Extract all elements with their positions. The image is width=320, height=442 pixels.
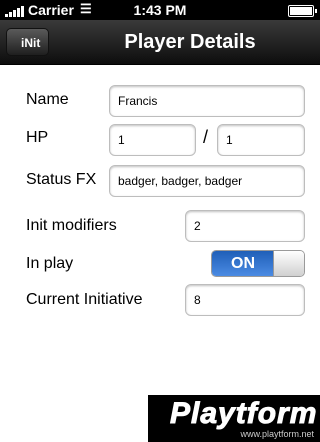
current-initiative-field[interactable]: 8 xyxy=(185,284,305,316)
name-field[interactable]: Francis xyxy=(109,85,305,117)
battery-icon xyxy=(288,5,317,17)
navigation-bar: iNit Player Details xyxy=(0,20,320,65)
hp-current-field[interactable]: 1 xyxy=(109,124,196,156)
hp-max-field[interactable]: 1 xyxy=(217,124,305,156)
in-play-label: In play xyxy=(26,255,74,272)
status-bar: Carrier ☰ 1:43 PM xyxy=(0,0,320,20)
current-initiative-label: Current Initiative xyxy=(26,291,143,308)
name-label: Name xyxy=(26,91,69,108)
hp-label: HP xyxy=(26,129,49,146)
toggle-on-label: ON xyxy=(212,251,274,276)
hp-separator: / xyxy=(203,127,209,147)
init-modifiers-field[interactable]: 2 xyxy=(185,210,305,242)
status-fx-label: Status FX xyxy=(26,171,97,188)
toggle-knob xyxy=(273,251,304,276)
back-button[interactable]: iNit xyxy=(6,28,50,56)
in-play-toggle[interactable]: ON xyxy=(211,250,305,277)
page-title: Player Details xyxy=(124,31,256,53)
back-button-label: iNit xyxy=(21,36,41,50)
init-modifiers-label: Init modifiers xyxy=(26,217,117,234)
clock: 1:43 PM xyxy=(133,2,187,18)
watermark: Playtform www.playtform.net xyxy=(148,395,320,442)
watermark-url: www.playtform.net xyxy=(240,429,314,439)
status-fx-field[interactable]: badger, badger, badger xyxy=(109,165,305,197)
watermark-logo: Playtform xyxy=(169,397,318,431)
